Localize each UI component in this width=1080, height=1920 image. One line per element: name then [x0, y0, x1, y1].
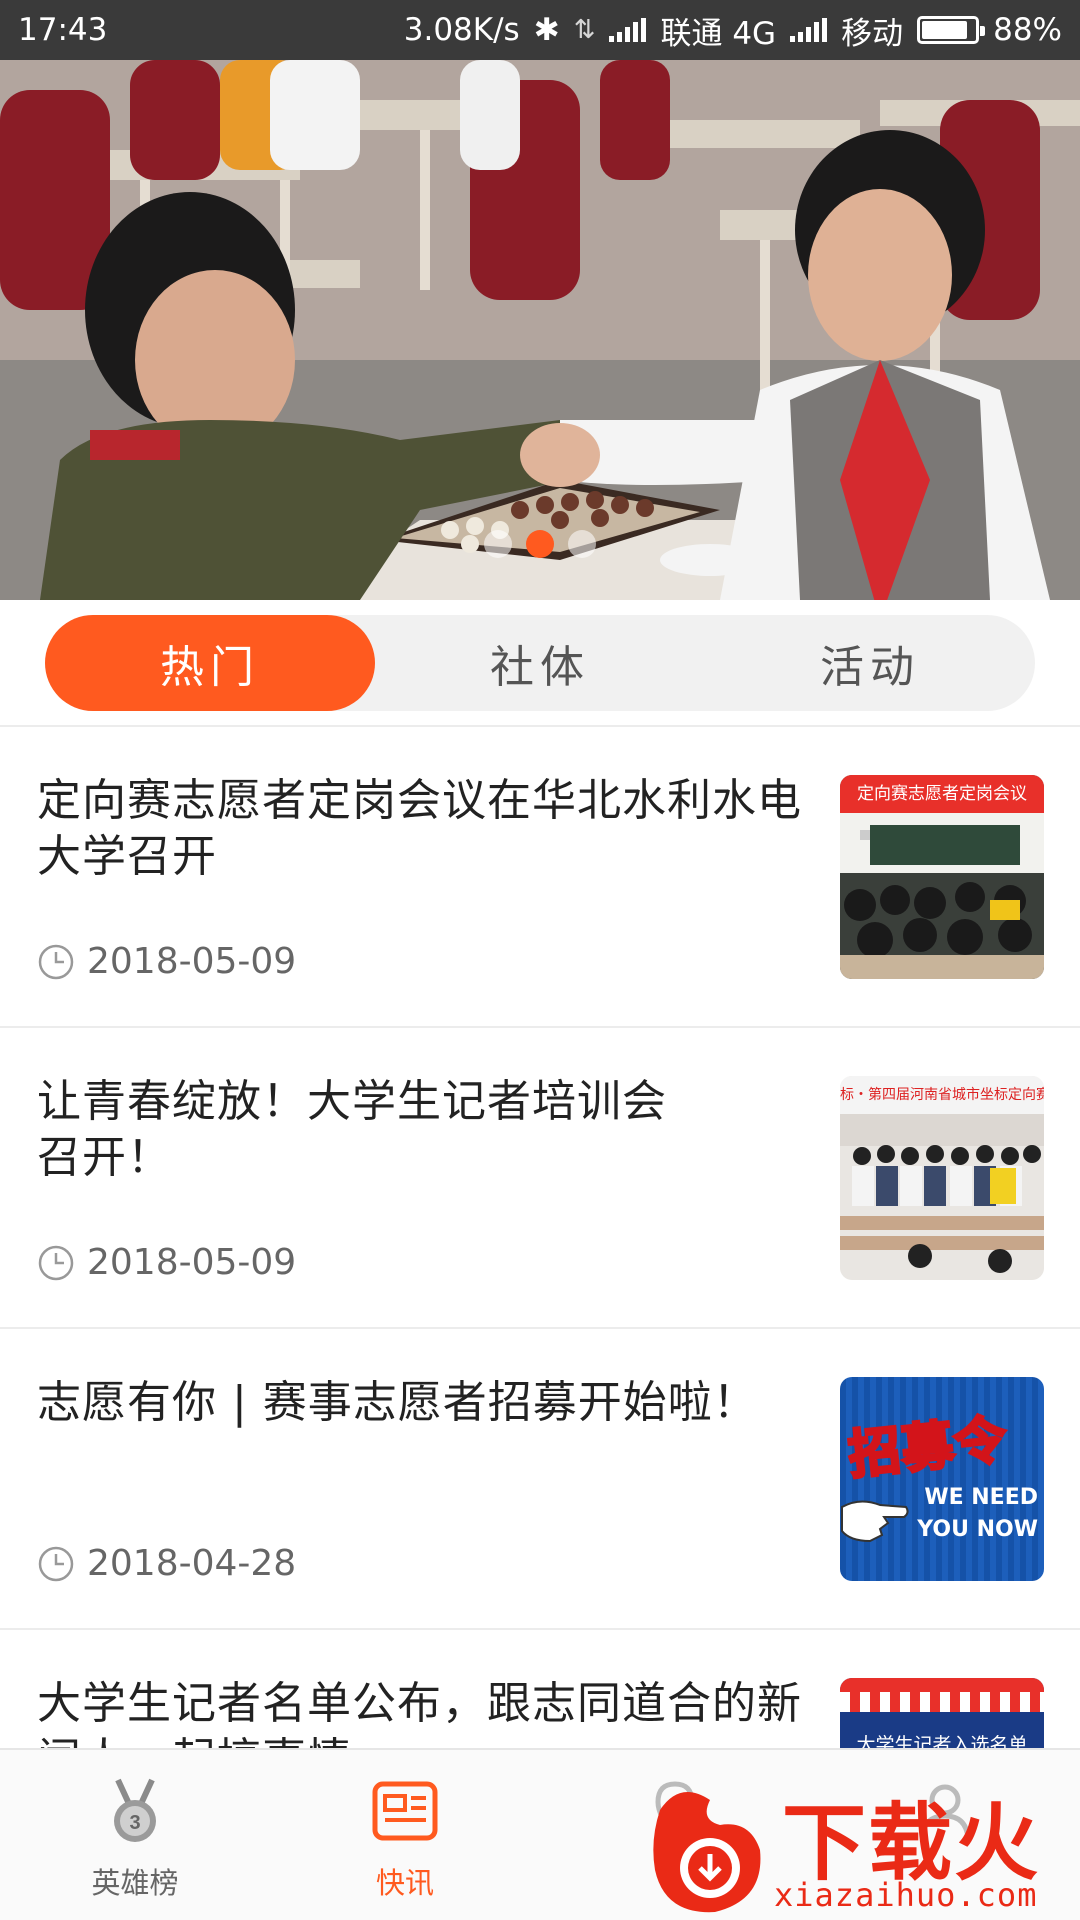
thumbnail-caption: 标・第四届河南省城市坐标定向赛大 [840, 1076, 1044, 1114]
tab-bar: 热门 社体 活动 [45, 615, 1035, 711]
news-title: 志愿有你 | 赛事志愿者招募开始啦！ [37, 1377, 758, 1428]
data-transfer-icon: ⇅ [573, 15, 596, 45]
news-date-text: 2018-05-09 [87, 1242, 297, 1283]
carrier-2: 移动 [841, 15, 904, 52]
status-bar: 17:43 3.08K/s ✱ ⇅ 联通 4G 移动 88% [0, 0, 1080, 60]
app-screen: 17:43 3.08K/s ✱ ⇅ 联通 4G 移动 88% 热门 社体 活动 … [0, 0, 1080, 1920]
signal-icon [609, 18, 647, 42]
news-item[interactable]: 定向赛志愿者定岗会议在华北水利水电大学召开 2018-05-09 定向赛志愿者定… [0, 727, 1080, 1028]
tab-community-sports[interactable]: 社体 [375, 615, 705, 711]
news-thumbnail: 定向赛志愿者定岗会议 [840, 775, 1044, 979]
clock-icon [38, 944, 74, 979]
news-icon [372, 1781, 438, 1841]
watermark: 下载火 xiazaihuo.com [640, 1780, 1080, 1920]
news-date: 2018-05-09 [37, 1242, 296, 1283]
net-speed: 3.08K/s [403, 12, 520, 48]
news-title: 让青春绽放！大学生记者培训会召开！ [37, 1076, 667, 1183]
medal-number: 3 [129, 1812, 140, 1834]
battery-icon [917, 16, 986, 44]
clock-icon [38, 1245, 74, 1280]
news-list: 定向赛志愿者定岗会议在华北水利水电大学召开 2018-05-09 定向赛志愿者定… [0, 727, 1080, 1920]
news-thumbnail: 标・第四届河南省城市坐标定向赛大 [840, 1076, 1044, 1280]
news-date: 2018-04-28 [37, 1543, 296, 1584]
news-title: 定向赛志愿者定岗会议在华北水利水电大学召开 [37, 775, 802, 882]
carousel-dot[interactable] [484, 530, 512, 558]
news-date: 2018-05-09 [37, 941, 296, 982]
thumbnail-tagline-1: WE NEED [924, 1485, 1038, 1510]
nav-label: 快讯 [375, 1866, 434, 1900]
carousel-dot[interactable] [526, 530, 554, 558]
signal-icon-2 [790, 18, 828, 42]
tab-events[interactable]: 活动 [705, 615, 1035, 711]
category-tabs: 热门 社体 活动 [0, 600, 1080, 727]
thumbnail-tagline-2: YOU NOW [917, 1517, 1038, 1542]
battery-percent: 88% [993, 12, 1062, 48]
nav-hero-ranking[interactable]: 3 英雄榜 [0, 1750, 270, 1920]
carousel-dot[interactable] [568, 530, 596, 558]
banner-photo [0, 60, 1080, 600]
thumbnail-top-stripe [840, 1678, 1044, 1692]
thumbnail-caption: 招募令 [844, 1408, 1011, 1487]
clock-icon [38, 1546, 74, 1581]
battery-level [922, 21, 968, 39]
tab-hot[interactable]: 热门 [45, 615, 375, 711]
nav-label: 英雄榜 [91, 1866, 179, 1900]
carousel-indicator [0, 530, 1080, 558]
news-item[interactable]: 志愿有你 | 赛事志愿者招募开始啦！ 2018-04-28 招募令 WE NEE… [0, 1329, 1080, 1630]
bluetooth-icon: ✱ [533, 12, 560, 48]
watermark-url: xiazaihuo.com [774, 1876, 1038, 1914]
news-date-text: 2018-04-28 [87, 1543, 297, 1584]
pointing-hand-icon [841, 1500, 909, 1543]
status-time: 17:43 [18, 12, 108, 48]
thumbnail-stripe [840, 1692, 1044, 1712]
medal-icon: 3 [114, 1778, 156, 1842]
thumbnail-caption: 定向赛志愿者定岗会议 [840, 775, 1044, 813]
news-thumbnail: 招募令 WE NEED YOU NOW [840, 1377, 1044, 1581]
news-item[interactable]: 让青春绽放！大学生记者培训会召开！ 2018-05-09 标・第四届河南省城市坐… [0, 1028, 1080, 1329]
banner-carousel[interactable] [0, 60, 1080, 600]
flame-logo-icon [653, 1792, 761, 1913]
nav-news-flash[interactable]: 快讯 [270, 1750, 540, 1920]
carrier-1: 联通 4G [660, 15, 777, 52]
news-date-text: 2018-05-09 [87, 941, 297, 982]
